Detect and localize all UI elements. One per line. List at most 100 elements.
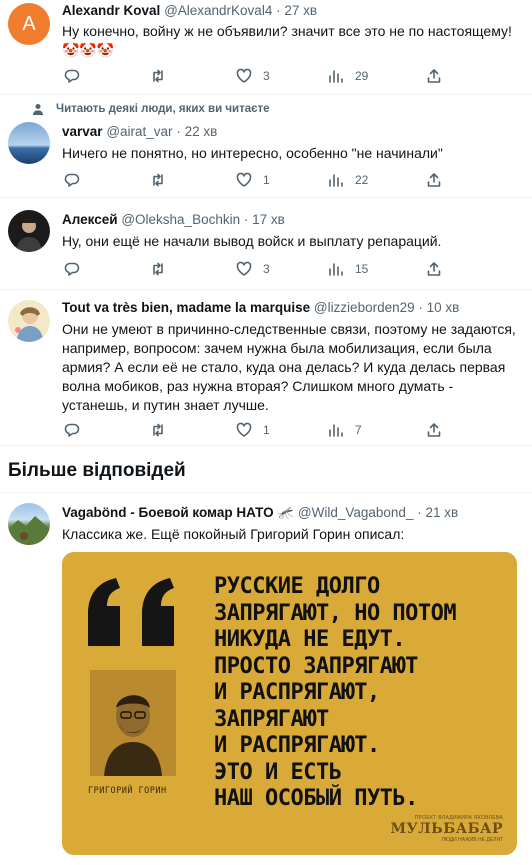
share-icon [427,173,441,187]
separator-dot: · [418,300,423,315]
social-context: Читають деякі люди, яких ви читаєте [32,103,270,115]
separator-dot: · [276,3,281,18]
author-name[interactable]: Vagabönd - Боевой комар НАТО [62,505,274,520]
tweet-actions: 1 22 [62,169,512,191]
author-handle[interactable]: @airat_var [106,124,172,139]
avatar[interactable]: A [8,3,50,45]
reply-icon [64,69,80,83]
mosquito-emoji: 🦟 [277,505,295,520]
reply-button[interactable] [64,169,80,191]
tweet-time[interactable]: 17 хв [252,212,285,227]
views-count: 29 [355,69,369,83]
author-name[interactable]: Tout va très bien, madame la marquise [62,300,310,315]
tweet-text: Ничего не понятно, но интересно, особенн… [62,145,443,161]
avatar[interactable] [8,122,50,164]
avatar[interactable] [8,300,50,342]
brand-name: МУЛЬБАБАР [390,821,503,837]
author-handle[interactable]: @Wild_Vagabond_ [298,505,414,520]
quote-image[interactable]: РУССКИЕ ДОЛГО ЗАПРЯГАЮТ, НО ПОТОМ НИКУДА… [62,552,517,855]
author-handle[interactable]: @lizzieborden29 [314,300,415,315]
portrait-figure [90,670,176,776]
reply-icon [64,173,80,187]
avatar-landscape [8,516,50,545]
author-handle[interactable]: @AlexandrKoval4 [164,3,272,18]
separator-dot: · [243,212,249,227]
tweet-header: Alexandr Koval @AlexandrKoval4 · 27 хв [62,3,317,18]
avatar[interactable] [8,503,50,545]
reply-button[interactable] [64,258,80,280]
share-button[interactable] [426,65,442,87]
share-icon [427,69,441,83]
retweet-icon [153,173,163,187]
author-name[interactable]: varvar [62,124,103,139]
views-button[interactable]: 22 [328,169,368,191]
avatar[interactable] [8,210,50,252]
views-button[interactable]: 7 [328,419,362,441]
person-icon [33,104,43,115]
avatar-illustration [15,307,44,342]
retweet-button[interactable] [150,169,166,191]
more-replies-heading: Більше відповідей [8,460,186,481]
tweet-time[interactable]: 21 хв [425,505,458,520]
retweet-button[interactable] [150,258,166,280]
like-button[interactable]: 3 [236,258,270,280]
reply-button[interactable] [64,419,80,441]
author-name[interactable]: Alexandr Koval [62,3,160,18]
share-icon [427,262,441,276]
tweet-time[interactable]: 22 хв [185,124,218,139]
like-count: 1 [263,173,270,187]
retweet-icon [153,423,163,437]
tweet-actions: 1 7 [62,419,512,441]
author-name[interactable]: Алексей [62,212,118,227]
views-count: 7 [355,423,362,437]
reply-tweet[interactable]: Читають деякі люди, яких ви читаєте varv… [0,95,532,198]
social-context-text: Читають деякі люди, яких ви читаєте [56,103,270,115]
author-handle[interactable]: @Oleksha_Bochkin [121,212,240,227]
views-button[interactable]: 29 [328,65,368,87]
share-button[interactable] [426,419,442,441]
heart-icon [236,261,252,276]
like-button[interactable]: 1 [236,169,270,191]
brand-logo: ПРОЕКТ ВЛАДИМИРА ЯКОВЛЕВА МУЛЬБАБАР ЛЮДИ… [390,815,503,843]
heart-icon [236,172,252,187]
heart-icon [236,68,252,83]
brand-tagline: ЛЮДИ НАЖИВ НЕ ДЕЛЯТ [441,837,503,843]
tweet-header: Vagabönd - Боевой комар НАТО 🦟 @Wild_Vag… [62,505,458,521]
quote-text: РУССКИЕ ДОЛГО ЗАПРЯГАЮТ, НО ПОТОМ НИКУДА… [214,574,457,811]
views-chart-icon [329,70,343,83]
tweet-header: Tout va très bien, madame la marquise @l… [62,300,459,315]
reply-icon [64,423,80,437]
section-divider [0,445,532,446]
reply-icon [64,262,80,276]
views-chart-icon [329,263,343,276]
tweet-header: varvar @airat_var · 22 хв [62,124,217,139]
avatar-letter: A [22,12,36,35]
views-chart-icon [329,174,343,187]
reply-tweet[interactable]: A Alexandr Koval @AlexandrKoval4 · 27 хв… [0,0,532,95]
separator-dot: · [417,505,422,520]
avatar-figure [16,218,42,252]
like-button[interactable]: 3 [236,65,270,87]
author-portrait [90,670,176,776]
share-button[interactable] [426,258,442,280]
tweet-time[interactable]: 10 хв [427,300,460,315]
share-button[interactable] [426,169,442,191]
reply-tweet[interactable]: Алексей @Oleksha_Bochkin · 17 хв Ну, они… [0,198,532,290]
like-button[interactable]: 1 [236,419,270,441]
tweet-text: Ну, они ещё не начали вывод войск и выпл… [62,233,442,249]
reply-button[interactable] [64,65,80,87]
views-button[interactable]: 15 [328,258,368,280]
tweet-time[interactable]: 27 хв [284,3,317,18]
retweet-button[interactable] [150,65,166,87]
tweet-actions: 3 29 [62,65,512,87]
heart-icon [236,422,252,437]
tweet-text: Они не умеют в причинно-следственные свя… [62,321,516,413]
like-count: 3 [263,262,270,276]
views-count: 15 [355,262,369,276]
portrait-caption: ГРИГОРИЙ ГОРИН [88,786,167,796]
reply-tweet[interactable]: Tout va très bien, madame la marquise @l… [0,290,532,445]
separator-dot: · [176,124,181,139]
views-chart-icon [329,424,343,437]
quote-marks-icon [88,578,174,646]
retweet-button[interactable] [150,419,166,441]
